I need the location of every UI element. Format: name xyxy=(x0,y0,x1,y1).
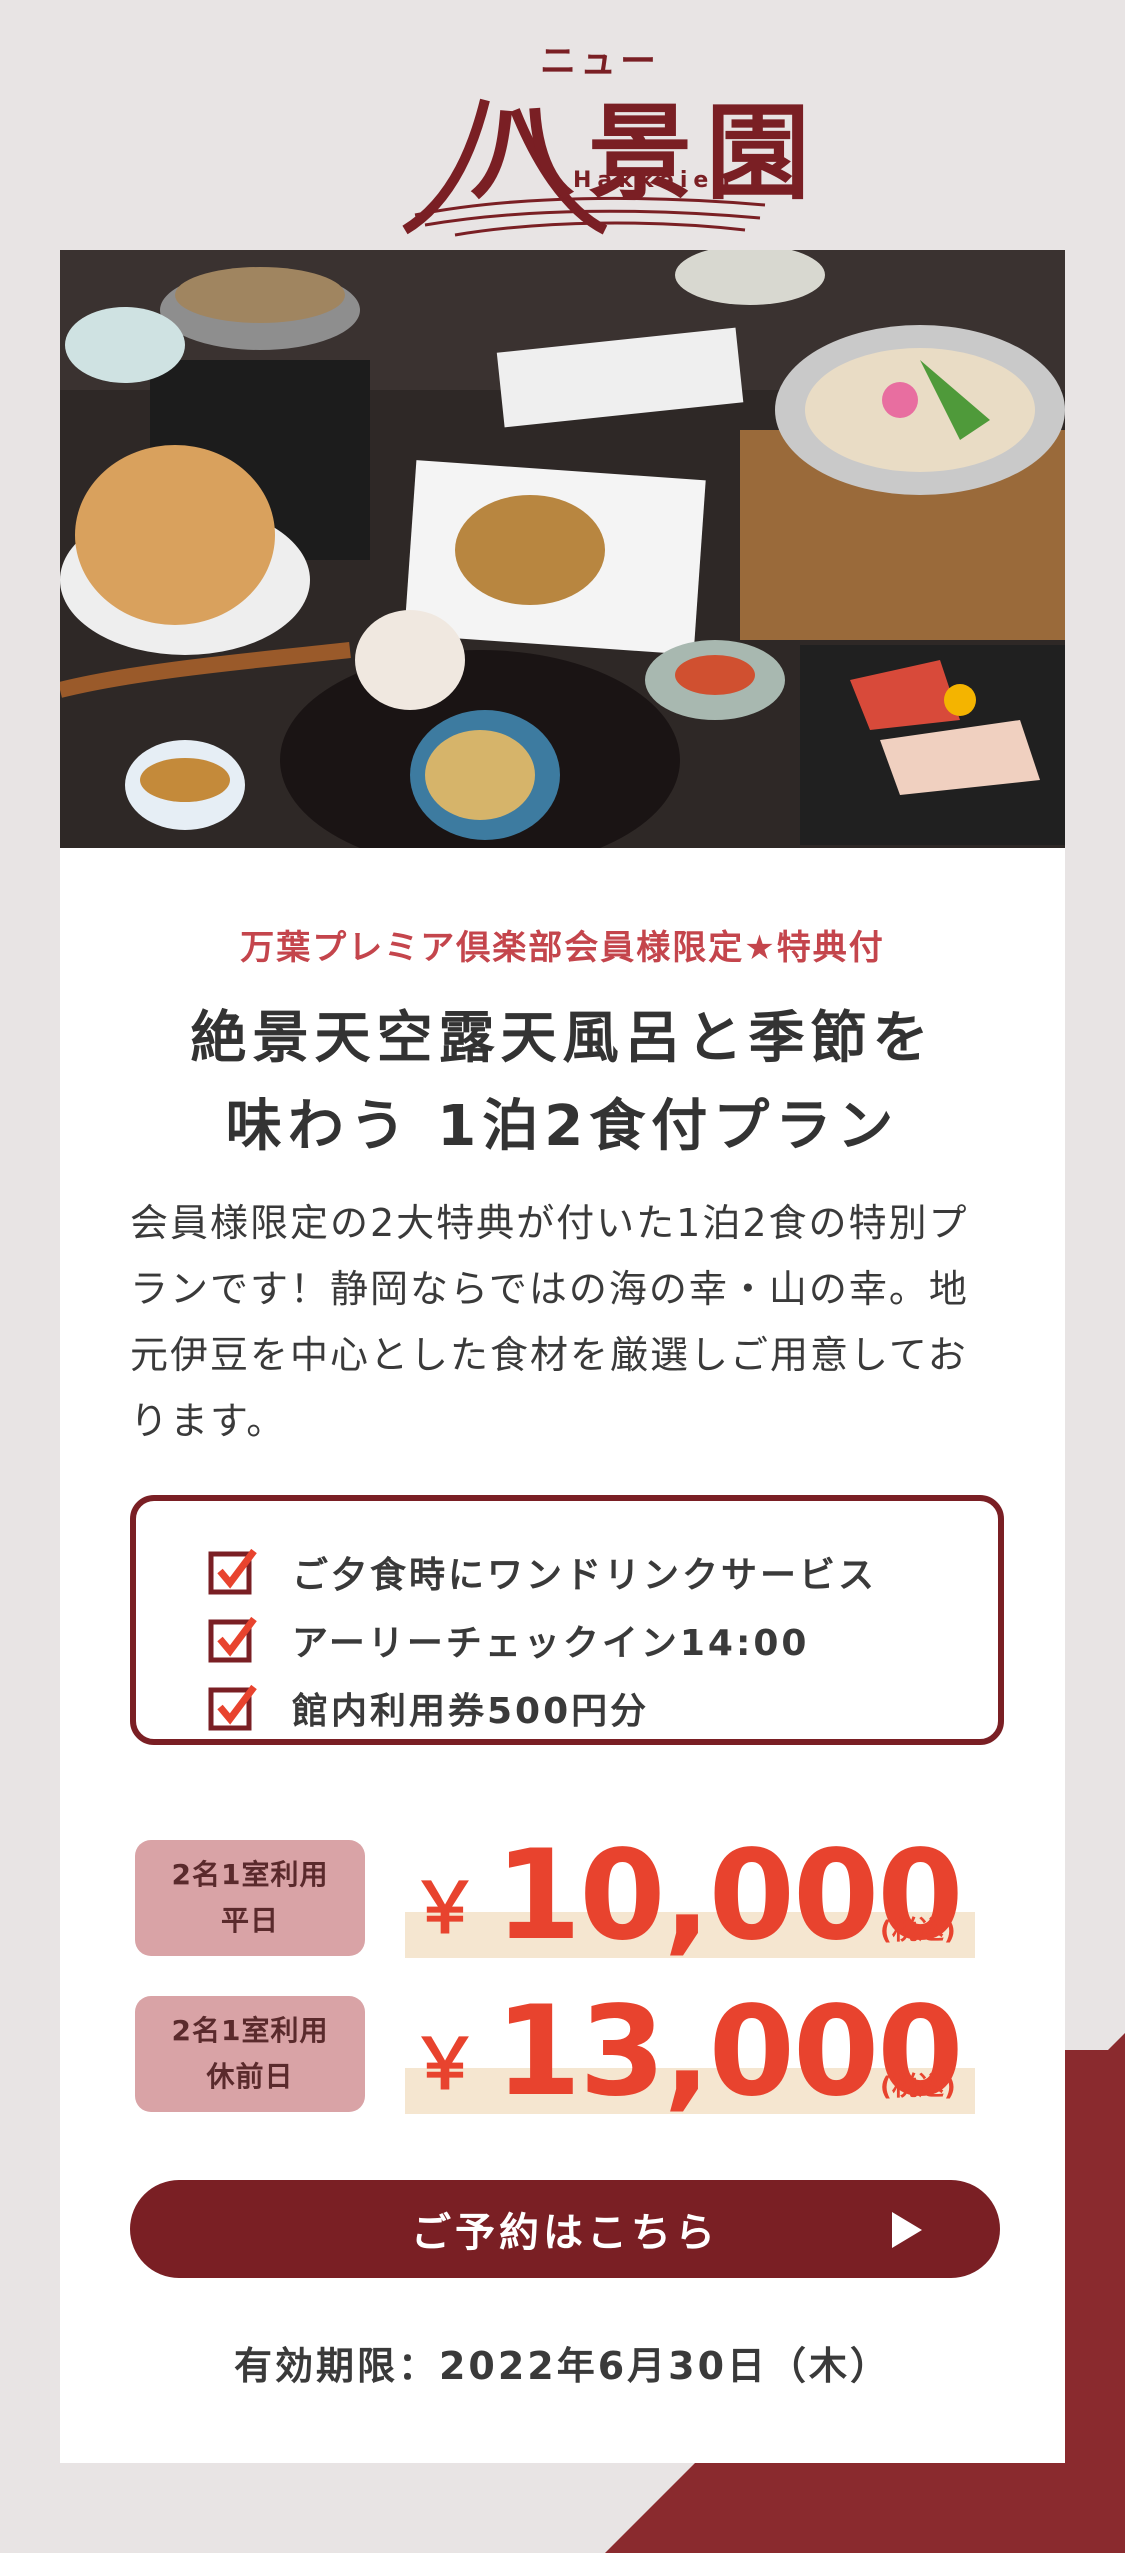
tax-note: (税込) xyxy=(880,2072,956,2102)
badge-occupancy: 2名1室利用 xyxy=(171,1858,329,1891)
checkbox-icon xyxy=(208,1615,258,1665)
reserve-button[interactable]: ご予約はこちら xyxy=(130,2180,1000,2278)
badge-occupancy: 2名1室利用 xyxy=(171,2014,329,2047)
price-badge: 2名1室利用 休前日 xyxy=(135,1996,365,2112)
plan-description: 会員様限定の2大特典が付いた1泊2食の特別プランです！静岡ならではの海の幸・山の… xyxy=(130,1201,969,1443)
plan-card: 万葉プレミア倶楽部会員様限定★特典付 絶景天空露天風呂と季節を 味わう 1泊2食… xyxy=(60,250,1065,2463)
checkbox-icon xyxy=(208,1547,258,1597)
logo: ニュー 八景園 Hakkeien xyxy=(0,20,1125,237)
perk-item: 館内利用券500円分 xyxy=(208,1683,649,1733)
perk-item: ご夕食時にワンドリンクサービス xyxy=(208,1547,877,1597)
plan-title: 絶景天空露天風呂と季節を 味わう 1泊2食付プラン xyxy=(60,995,1065,1171)
badge-day-type: 平日 xyxy=(220,1904,279,1937)
food-photo-icon xyxy=(60,250,1065,848)
perk-item: アーリーチェックイン14:00 xyxy=(208,1615,809,1665)
plan-title-line2: 味わう 1泊2食付プラン xyxy=(225,1094,900,1159)
checkbox-icon xyxy=(208,1683,258,1733)
expiry-date: 有効期限：2022年6月30日（木） xyxy=(233,2344,892,2388)
perk-label: 館内利用券500円分 xyxy=(292,1691,650,1732)
price-row-weekday: 2名1室利用 平日 ￥ 10,000 (税込) xyxy=(135,1824,1015,1968)
plan-title-line1: 絶景天空露天風呂と季節を xyxy=(190,1006,935,1071)
badge-day-type: 休前日 xyxy=(206,2060,294,2093)
perk-label: アーリーチェックイン14:00 xyxy=(292,1623,810,1664)
price-row-holiday-eve: 2名1室利用 休前日 ￥ 13,000 (税込) xyxy=(135,1980,1015,2124)
price-badge: 2名1室利用 平日 xyxy=(135,1840,365,1956)
perk-label: ご夕食時にワンドリンクサービス xyxy=(292,1555,878,1596)
yen-symbol: ￥ xyxy=(410,2023,480,2105)
logo-sub-text: Hakkeien xyxy=(573,168,736,193)
play-arrow-icon xyxy=(892,2212,922,2248)
perks-box: ご夕食時にワンドリンクサービス アーリーチェックイン14:00 館内利用券500… xyxy=(130,1495,1004,1745)
yen-symbol: ￥ xyxy=(410,1867,480,1949)
plan-tag: 万葉プレミア倶楽部会員様限定★特典付 xyxy=(240,928,885,968)
reserve-button-label: ご予約はこちら xyxy=(411,2210,719,2256)
tax-note: (税込) xyxy=(880,1916,956,1946)
logo-main-text: 八景園 xyxy=(470,91,825,214)
hero-food-photo xyxy=(60,250,1065,848)
